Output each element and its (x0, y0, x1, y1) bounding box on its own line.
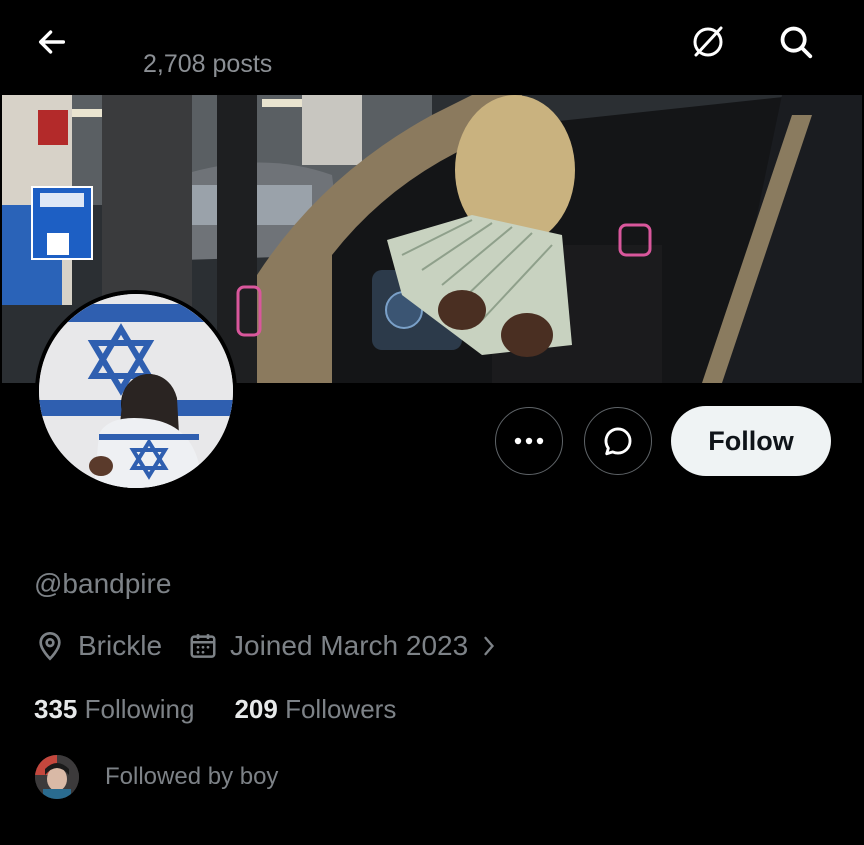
followers-link[interactable]: 209 Followers (234, 694, 396, 725)
location: Brickle (34, 630, 162, 662)
profile-meta: Brickle Joined March 2023 (34, 630, 500, 662)
followed-by[interactable]: Followed by boy (35, 755, 278, 799)
location-pin-icon (39, 631, 61, 661)
followers-count: 209 (234, 694, 278, 724)
followers-label: Followers (285, 694, 397, 724)
more-icon (514, 437, 544, 445)
profile-handle: @bandpire (34, 568, 172, 599)
follower-avatar (35, 755, 79, 799)
search-button[interactable] (772, 18, 820, 66)
location-text: Brickle (78, 630, 163, 661)
back-button[interactable] (28, 18, 76, 66)
back-arrow-icon (38, 30, 66, 54)
message-button[interactable] (584, 407, 652, 475)
grok-icon (693, 26, 723, 57)
grok-button[interactable] (684, 18, 732, 66)
avatar[interactable] (35, 290, 237, 492)
more-button[interactable] (495, 407, 563, 475)
chevron-right-icon (484, 636, 495, 656)
follow-counts: 335 Following 209 Followers (34, 694, 396, 725)
calendar-icon (190, 634, 216, 658)
followed-by-text: Followed by boy (105, 763, 279, 790)
following-count: 335 (34, 694, 78, 724)
follow-button[interactable]: Follow (671, 406, 831, 476)
search-icon (780, 26, 813, 59)
following-link[interactable]: 335 Following (34, 694, 194, 725)
chat-bubble-icon (604, 427, 632, 456)
joined-date[interactable]: Joined March 2023 (188, 630, 500, 662)
posts-count: 2,708 posts (143, 50, 273, 78)
following-label: Following (84, 694, 195, 724)
joined-text: Joined March 2023 (230, 630, 469, 661)
